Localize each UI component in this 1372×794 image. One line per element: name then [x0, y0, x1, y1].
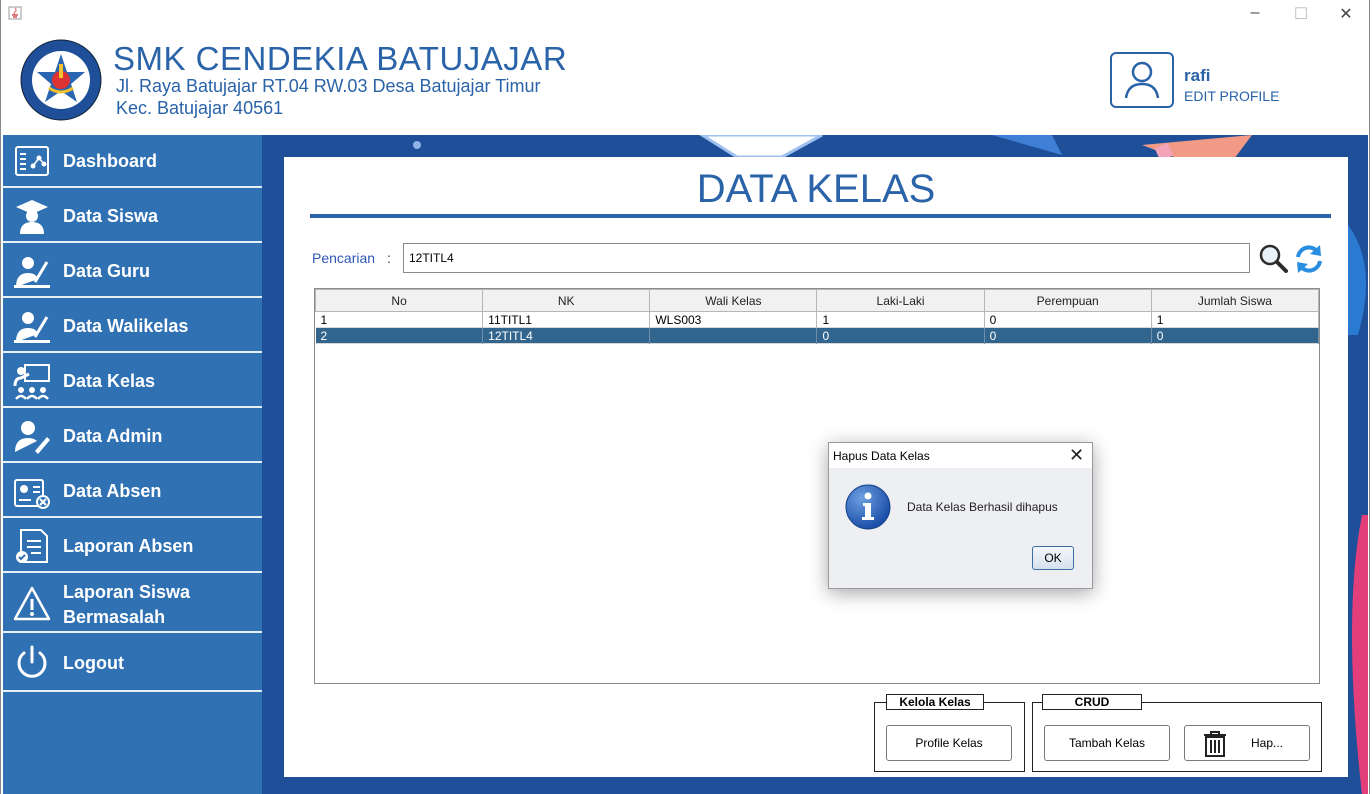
- username-label: rafi: [1184, 66, 1211, 85]
- sidebar-item-data-admin[interactable]: Data Admin: [3, 410, 262, 463]
- column-header[interactable]: NK: [482, 289, 651, 312]
- table-cell: 12TITL4: [482, 327, 651, 344]
- table-cell: [649, 327, 818, 344]
- dialog-close-icon[interactable]: ✕: [1069, 445, 1084, 466]
- sidebar-item-label: Data Siswa: [63, 206, 159, 226]
- dialog-title-bar[interactable]: Hapus Data Kelas ✕: [829, 443, 1092, 468]
- column-header[interactable]: Laki-Laki: [816, 289, 985, 312]
- column-header[interactable]: Perempuan: [983, 289, 1152, 312]
- trash-icon: [1204, 731, 1226, 757]
- admin-icon: [15, 421, 50, 454]
- warning-icon: [13, 586, 51, 621]
- minimize-button[interactable]: –: [1241, 4, 1269, 22]
- table-cell: 0: [1151, 327, 1320, 344]
- dashboard-icon: [15, 146, 49, 176]
- message-dialog: Hapus Data Kelas ✕ Data Kelas Berhasil d…: [828, 442, 1093, 589]
- table-cell: 0: [816, 327, 985, 344]
- dialog-message: Data Kelas Berhasil dihapus: [907, 500, 1058, 514]
- report-icon: [16, 529, 48, 563]
- close-window-button[interactable]: ✕: [1332, 4, 1360, 24]
- title-divider: [310, 214, 1331, 218]
- page-title: DATA KELAS: [696, 167, 936, 211]
- school-logo: [20, 39, 102, 121]
- table-row-selected[interactable]: 2 12TITL4 0 0 0: [315, 327, 1320, 344]
- user-avatar-icon: [1124, 61, 1160, 99]
- sidebar-item-data-siswa[interactable]: Data Siswa: [3, 190, 262, 243]
- sidebar-item-data-guru[interactable]: Data Guru: [3, 245, 262, 298]
- java-app-icon: [8, 6, 22, 20]
- table-cell: 1: [816, 311, 985, 328]
- column-header[interactable]: Wali Kelas: [649, 289, 818, 312]
- column-header[interactable]: No: [314, 289, 484, 312]
- tambah-kelas-button[interactable]: Tambah Kelas: [1044, 725, 1170, 761]
- sidebar-item-data-absen[interactable]: Data Absen: [3, 465, 262, 518]
- sidebar-item-laporan-absen[interactable]: Laporan Absen: [3, 520, 262, 573]
- table-cell: 0: [984, 327, 1152, 344]
- table-row[interactable]: 1 11TITL1 WLS003 1 0 1: [315, 311, 1320, 328]
- table-cell: 1: [1151, 311, 1320, 328]
- sidebar-item-dashboard[interactable]: Dashboard: [3, 135, 262, 188]
- student-icon: [16, 200, 48, 234]
- table-cell: 1: [315, 311, 484, 328]
- search-label: Pencarian: [312, 250, 376, 266]
- power-icon: [17, 645, 47, 678]
- sidebar-item-data-walikelas[interactable]: Data Walikelas: [3, 300, 262, 353]
- user-avatar-button[interactable]: [1110, 52, 1174, 108]
- crud-group-label: CRUD: [1042, 694, 1142, 710]
- app-header: SMK CENDEKIA BATUJAJAR Jl. Raya Batujaja…: [3, 26, 1368, 135]
- ok-button[interactable]: OK: [1032, 546, 1074, 570]
- table-cell: 11TITL1: [482, 311, 651, 328]
- sidebar-item-label: Data Absen: [63, 481, 162, 501]
- edit-profile-link[interactable]: EDIT PROFILE: [1184, 88, 1279, 104]
- search-label-colon: :: [387, 250, 391, 266]
- sidebar-item-label: Logout: [63, 653, 124, 673]
- school-address-line2: Kec. Batujajar 40561: [116, 98, 284, 118]
- profile-kelas-button[interactable]: Profile Kelas: [886, 725, 1012, 761]
- homeroom-teacher-icon: [14, 312, 50, 343]
- main-panel: DATA KELAS Pencarian : No NK Wali Kelas …: [284, 157, 1348, 777]
- dialog-title: Hapus Data Kelas: [833, 449, 930, 463]
- table-header-row: No NK Wali Kelas Laki-Laki Perempuan Jum…: [314, 289, 1320, 312]
- sidebar-item-laporan-siswa-bermasalah[interactable]: Laporan Siswa Bermasalah: [3, 575, 262, 633]
- search-input[interactable]: [403, 243, 1250, 273]
- info-icon: [845, 484, 891, 530]
- sidebar-item-label: Data Admin: [63, 426, 163, 446]
- hapus-kelas-button[interactable]: Hap...: [1184, 725, 1310, 761]
- table-cell: 2: [315, 327, 484, 344]
- table-cell: WLS003: [649, 311, 818, 328]
- column-header[interactable]: Jumlah Siswa: [1150, 289, 1320, 312]
- sidebar-item-data-kelas[interactable]: Data Kelas: [3, 355, 262, 408]
- refresh-icon[interactable]: [1293, 243, 1325, 275]
- sidebar-nav: Dashboard Data Siswa Data Guru Data Wali…: [3, 135, 262, 794]
- maximize-button[interactable]: ☐: [1287, 4, 1315, 24]
- search-icon[interactable]: [1258, 243, 1288, 273]
- sidebar-item-logout[interactable]: Logout: [3, 635, 262, 692]
- sidebar-item-label: Data Guru: [63, 261, 151, 281]
- school-address-line1: Jl. Raya Batujajar RT.04 RW.03 Desa Batu…: [116, 76, 541, 96]
- teacher-icon: [14, 257, 50, 288]
- sidebar-item-label: Dashboard: [63, 151, 158, 171]
- table-cell: 0: [984, 311, 1152, 328]
- sidebar-item-label: Data Walikelas: [63, 316, 189, 336]
- attendance-icon: [14, 479, 50, 509]
- sidebar-item-label: Data Kelas: [63, 371, 156, 391]
- school-name: SMK CENDEKIA BATUJAJAR: [113, 40, 568, 77]
- kelola-kelas-group-label: Kelola Kelas: [886, 694, 984, 710]
- sidebar-item-label: Laporan Siswa Bermasalah: [63, 582, 191, 627]
- hapus-button-label: Hap...: [1251, 736, 1284, 750]
- sidebar-item-label: Laporan Absen: [63, 536, 194, 556]
- kelas-table[interactable]: No NK Wali Kelas Laki-Laki Perempuan Jum…: [314, 288, 1320, 684]
- classroom-icon: [13, 364, 50, 400]
